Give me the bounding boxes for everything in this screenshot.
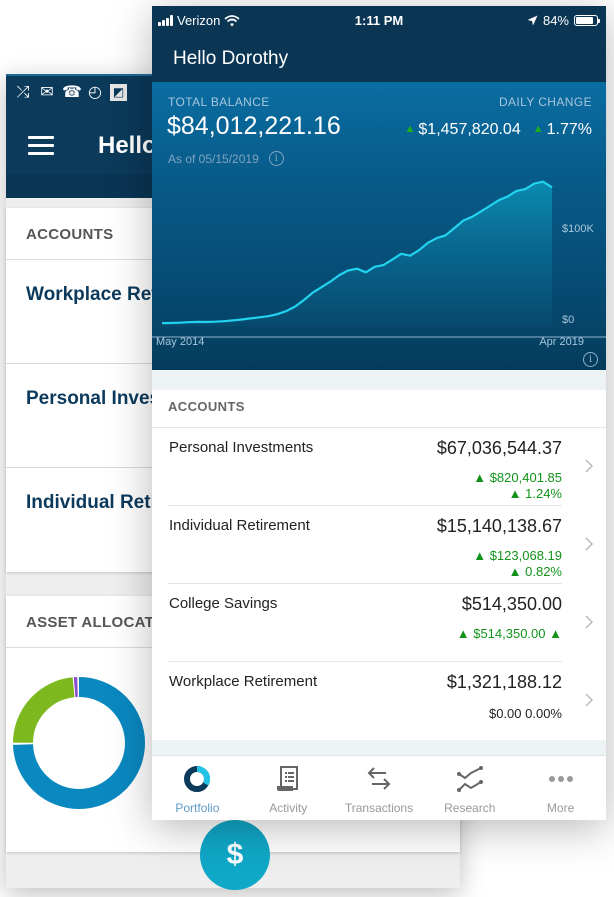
status-bar: Verizon 1:11 PM 84% [152, 6, 606, 36]
account-change-amount: ▲ $514,350.00 ▲ [456, 626, 562, 641]
account-change-amount: $0.00 0.00% [488, 706, 562, 721]
account-change: $0.00 0.00% [489, 706, 562, 722]
battery-percent: 84% [542, 13, 569, 28]
menu-icon[interactable] [28, 136, 54, 156]
account-change-percent: ▲ 0.82% [508, 564, 562, 579]
y-tick-label-0: $0 [562, 314, 574, 326]
tab-bar: Portfolio Activity Transactions Research… [152, 755, 606, 820]
x-end-label: Apr 2019 [539, 336, 584, 348]
daily-change-percent: 1.77% [546, 121, 592, 138]
account-name: Workplace Retirement [169, 673, 318, 690]
account-balance: $1,321,188.12 [446, 672, 562, 692]
tab-more[interactable]: More [515, 756, 606, 820]
account-change-amount: ▲ $820,401.85 [473, 470, 562, 485]
account-row-individual-retirement[interactable]: Individual Retirement $15,140,138.67 ▲ $… [168, 506, 594, 584]
tab-transactions[interactable]: Transactions [334, 756, 425, 820]
account-change: ▲ $820,401.85 ▲ 1.24% [473, 470, 562, 502]
tab-label: Research [444, 801, 496, 815]
total-balance-value: $84,012,221.16 [167, 112, 341, 140]
transfer-arrows-icon [367, 767, 391, 790]
as-of-date: As of 05/15/2019 [168, 151, 259, 166]
tab-label: Activity [269, 801, 308, 815]
more-dots-icon [548, 776, 573, 782]
account-row-workplace-retirement[interactable]: Workplace Retirement $1,321,188.12 $0.00… [168, 662, 594, 740]
daily-change-label: DAILY CHANGE [498, 95, 592, 109]
account-balance: $514,350.00 [461, 594, 562, 614]
info-icon[interactable]: i [268, 151, 284, 166]
as-of-date-row: As of 05/15/2019 i [168, 151, 284, 166]
tab-label: Portfolio [175, 801, 220, 815]
tab-label: More [546, 801, 575, 815]
total-balance-label: TOTAL BALANCE [168, 95, 270, 109]
missed-call-icon: ☎ [62, 84, 82, 101]
fab-dollar-button[interactable]: $ [200, 820, 270, 890]
research-chart-icon [456, 766, 483, 792]
flipboard-icon: ◩ [110, 84, 127, 101]
mail-icon: ✉ [40, 84, 54, 101]
chevron-right-icon [584, 536, 596, 552]
shuffle-icon: ⤮ [16, 84, 30, 101]
balance-history-chart[interactable]: $0 $100K [152, 178, 606, 370]
x-start-label: May 2014 [156, 336, 205, 348]
tab-research[interactable]: Research [424, 756, 515, 820]
account-name: Personal Investments [169, 439, 314, 456]
up-arrow-icon: ▲ [532, 123, 544, 135]
accounts-card: ACCOUNTS Personal Investments $67,036,54… [152, 390, 606, 740]
chevron-right-icon [584, 614, 596, 630]
account-change: ▲ $123,068.19 ▲ 0.82% [473, 548, 562, 580]
location-arrow-icon [527, 15, 538, 26]
y-tick-label-100k: $100K [562, 223, 594, 235]
speedometer-icon: ◴ [88, 84, 102, 101]
android-status-icons: ⤮ ✉ ☎ ◴ ◩ [14, 84, 127, 102]
account-name: College Savings [169, 595, 278, 612]
daily-change-values: ▲ $1,457,820.04 ▲ 1.77% [405, 121, 592, 139]
asset-allocation-donut[interactable] [12, 676, 146, 810]
account-change-percent: ▲ 1.24% [508, 486, 562, 501]
tab-label: Transactions [344, 801, 414, 815]
up-arrow-icon: ▲ [404, 123, 416, 135]
account-row-personal-investments[interactable]: Personal Investments $67,036,544.37 ▲ $8… [168, 428, 594, 506]
balance-hero: TOTAL BALANCE DAILY CHANGE $84,012,221.1… [152, 82, 606, 370]
account-change-amount: ▲ $123,068.19 [473, 548, 562, 563]
account-change: ▲ $514,350.00 ▲ [457, 626, 562, 642]
tab-activity[interactable]: Activity [243, 756, 334, 820]
account-row-college-savings[interactable]: College Savings $514,350.00 ▲ $514,350.0… [168, 584, 594, 662]
greeting-title: Hello Dorothy [173, 48, 289, 69]
tab-portfolio[interactable]: Portfolio [152, 756, 243, 820]
battery-icon [574, 15, 600, 26]
document-list-icon [277, 766, 299, 791]
front-phone-screen: Verizon 1:11 PM 84% Hello Dorothy TOTAL … [152, 6, 606, 820]
portfolio-donut-icon [184, 765, 211, 792]
chevron-right-icon [584, 458, 596, 474]
nav-bar: Hello Dorothy [152, 36, 606, 82]
accounts-header: ACCOUNTS [152, 390, 606, 428]
chevron-right-icon [584, 692, 596, 708]
daily-change-amount: $1,457,820.04 [418, 121, 521, 138]
account-balance: $67,036,544.37 [436, 438, 562, 458]
account-balance: $15,140,138.67 [436, 516, 562, 536]
account-name: Individual Retirement [169, 517, 310, 534]
chart-info-icon[interactable]: i [583, 352, 598, 367]
